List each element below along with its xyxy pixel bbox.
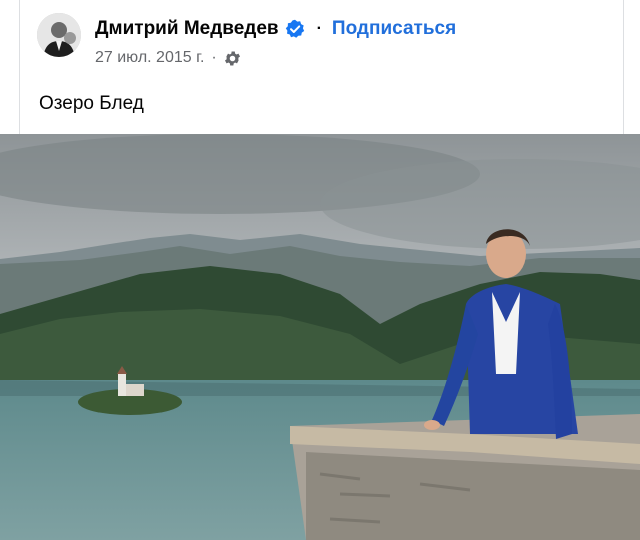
meta-separator: · <box>211 49 217 66</box>
post-header: Дмитрий Медведев · Подписаться <box>95 16 456 42</box>
lake-bled-photo <box>0 134 640 540</box>
gear-icon[interactable] <box>223 49 242 68</box>
header-separator: · <box>316 20 322 37</box>
post-meta: 27 июл. 2015 г. · <box>95 47 242 69</box>
avatar-photo <box>37 13 81 57</box>
post-text: Озеро Блед <box>39 93 144 114</box>
avatar[interactable] <box>37 13 81 57</box>
author-name[interactable]: Дмитрий Медведев <box>95 18 279 40</box>
post-photo[interactable] <box>0 134 640 540</box>
follow-button[interactable]: Подписаться <box>332 18 456 40</box>
post-date[interactable]: 27 июл. 2015 г. <box>95 49 204 67</box>
verified-badge-icon <box>285 19 305 39</box>
